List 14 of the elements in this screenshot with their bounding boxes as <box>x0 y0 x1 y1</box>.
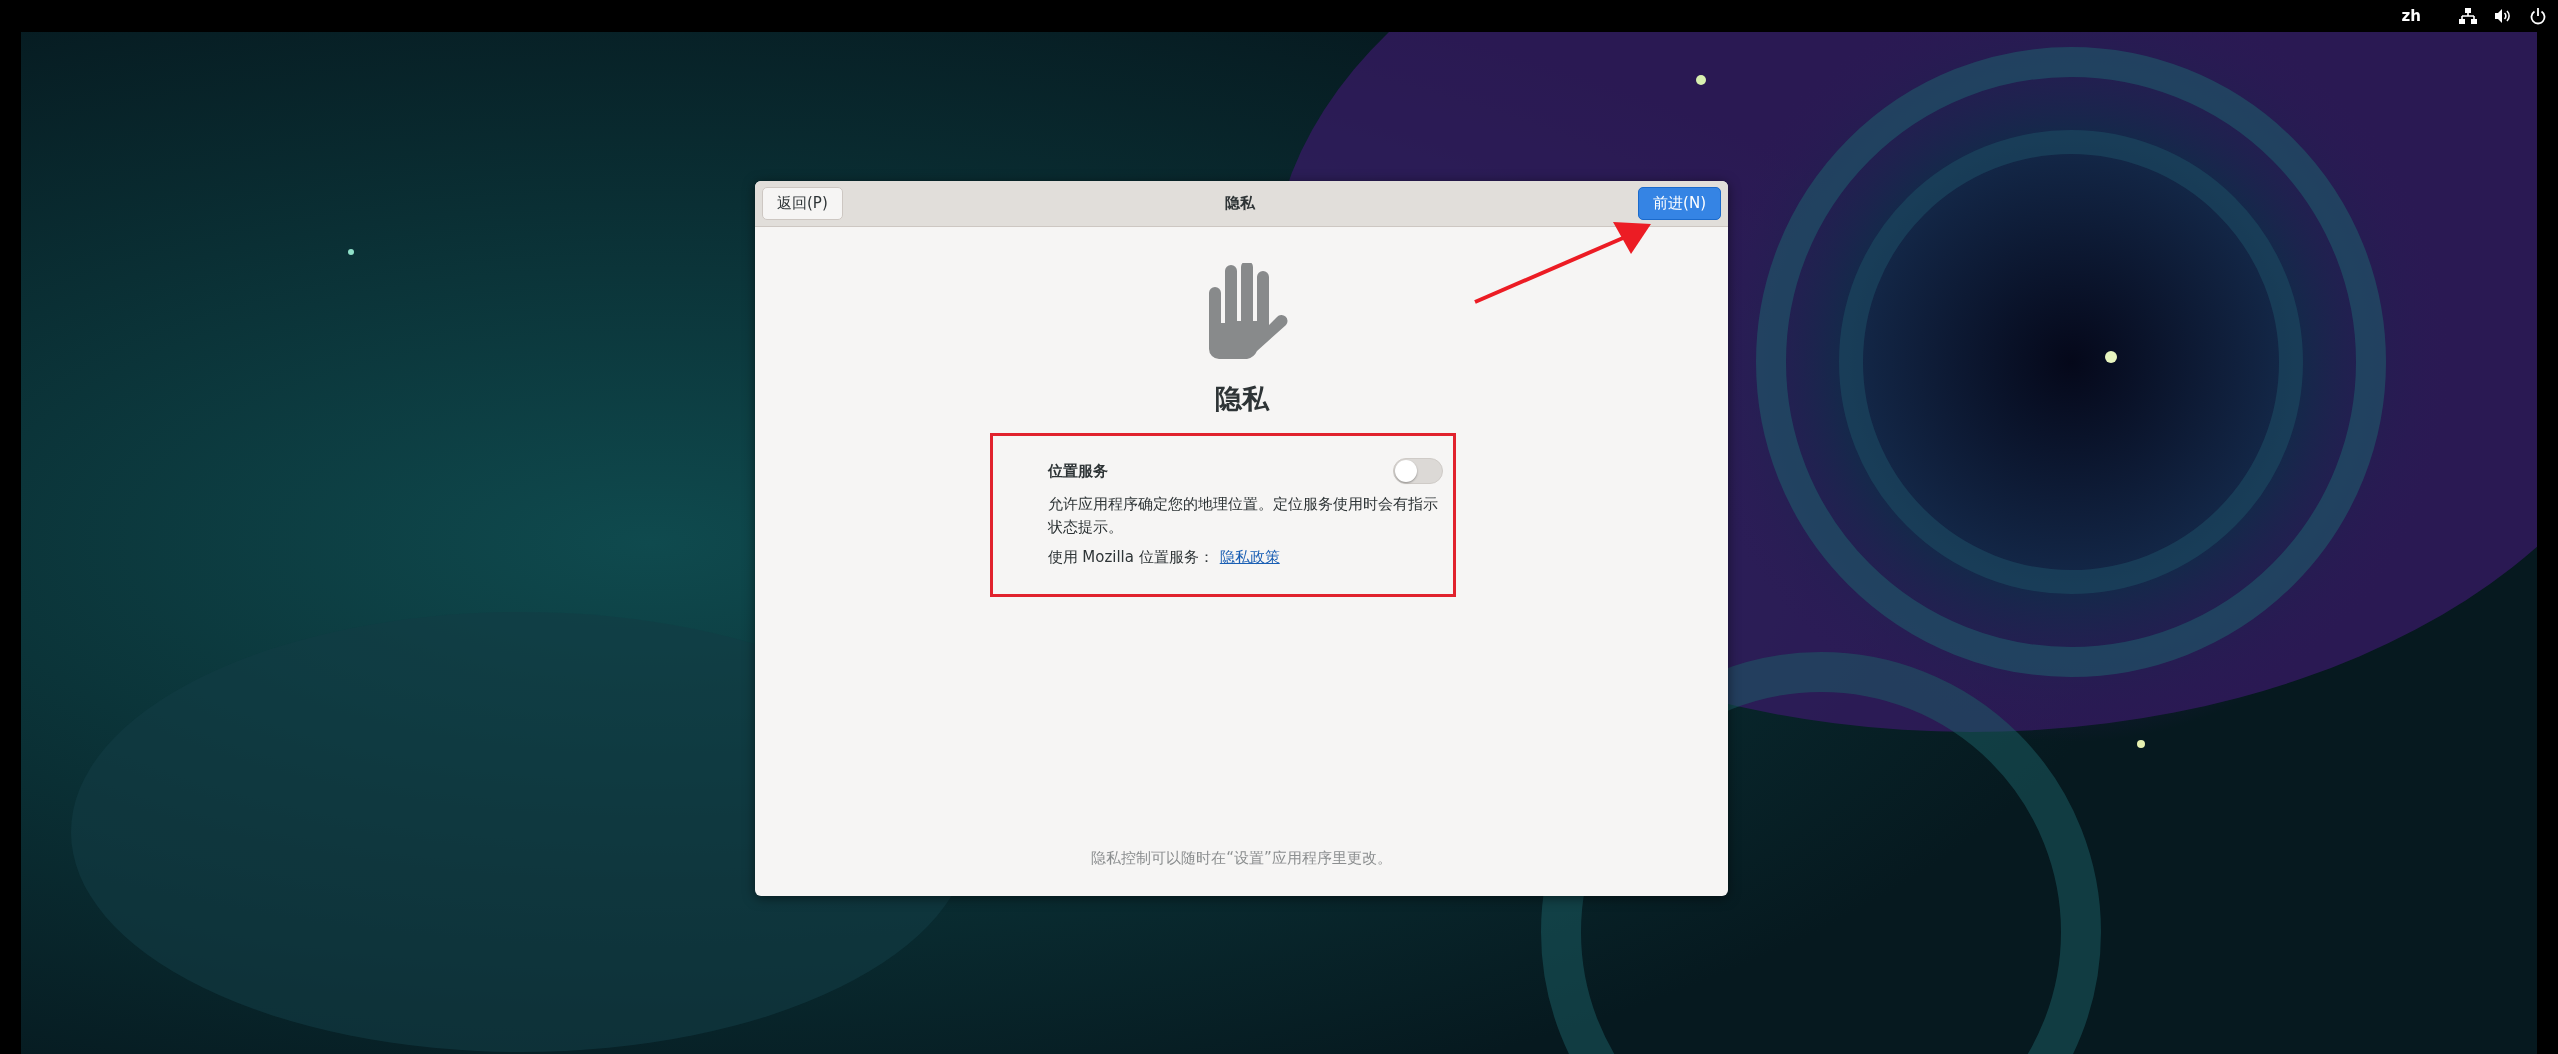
footer-note: 隐私控制可以随时在“设置”应用程序里更改。 <box>1091 849 1392 868</box>
setting-label: 位置服务 <box>1047 461 1108 481</box>
network-icon[interactable] <box>2459 8 2477 24</box>
policy-text: 使用 Mozilla 位置服务： <box>1047 548 1214 567</box>
privacy-policy-link[interactable]: 隐私政策 <box>1219 548 1280 567</box>
page-heading: 隐私 <box>1214 382 1269 416</box>
volume-icon[interactable] <box>2495 8 2512 24</box>
toggle-switch[interactable] <box>1392 458 1443 484</box>
back-button[interactable]: 返回(P) <box>762 187 843 220</box>
power-icon[interactable] <box>2530 7 2546 25</box>
window-title: 隐私 <box>1225 194 1256 213</box>
setting-description: 允许应用程序确定您的地理位置。定位服务使用时会有指示状态提示。 <box>1047 494 1438 538</box>
language-indicator[interactable]: zh <box>2401 7 2421 25</box>
next-button[interactable]: 前进(N) <box>1638 187 1721 220</box>
